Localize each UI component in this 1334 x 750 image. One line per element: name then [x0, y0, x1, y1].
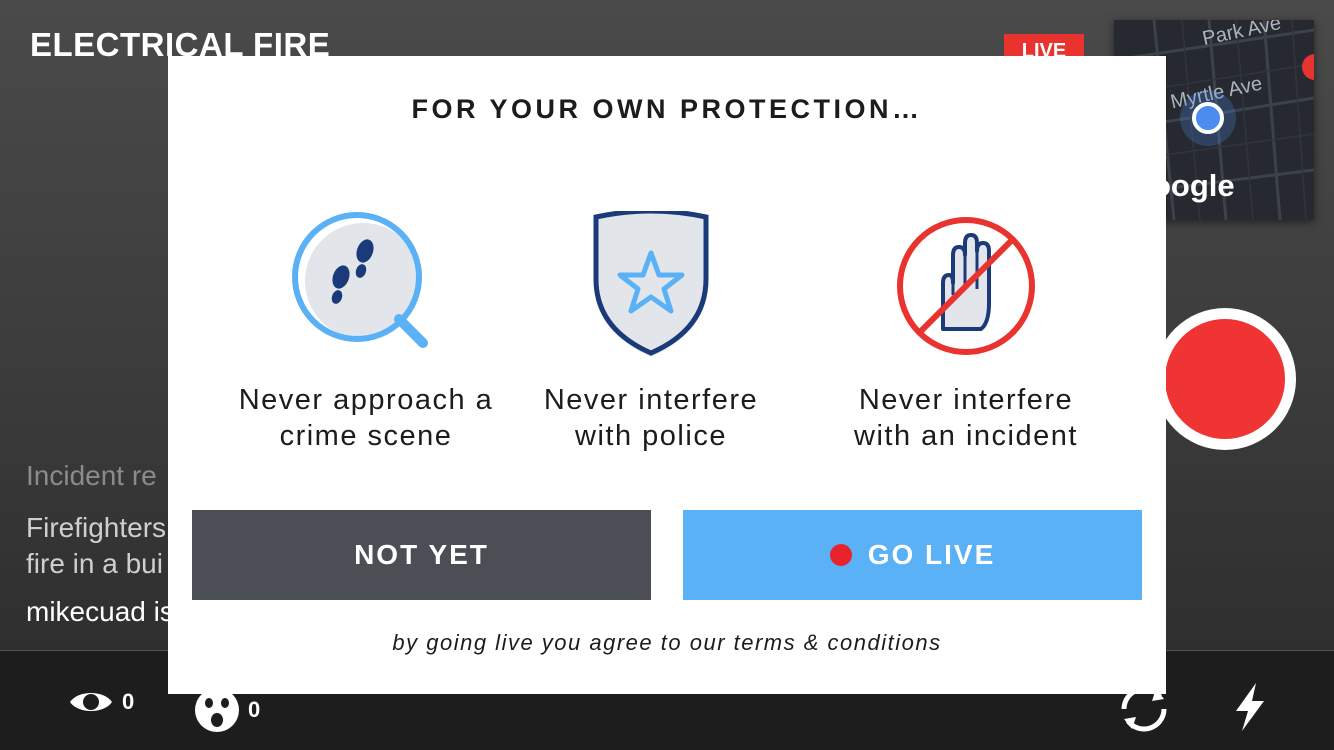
rule-interfere-incident: Never interfere with an incident — [811, 206, 1121, 454]
user-status-line: mikecuad is — [26, 596, 174, 627]
scared-count: 0 — [248, 697, 261, 722]
police-shield-icon — [593, 211, 709, 357]
flash-icon[interactable] — [1230, 681, 1270, 733]
rule-line: with an incident — [854, 420, 1078, 452]
no-hand-icon — [897, 217, 1035, 355]
footprints-magnifier-icon — [292, 212, 428, 348]
incident-report-label: Incident re — [26, 460, 157, 491]
rule-line: Never approach a — [238, 384, 494, 416]
description-line: Firefighters — [26, 512, 167, 543]
terms-link[interactable]: by going live you agree to our terms & c… — [168, 630, 1166, 656]
rule-line: Never interfere — [543, 384, 759, 416]
rule-approach-crime-scene: Never approach a crime scene — [211, 206, 521, 454]
views-stat: 0 — [68, 687, 134, 717]
dialog-title: FOR YOUR OWN PROTECTION… — [411, 94, 923, 124]
rule-interfere-police: Never interfere with police — [496, 206, 806, 454]
eye-icon — [70, 693, 112, 711]
record-dot-icon — [829, 544, 852, 566]
rule-line: with police — [575, 420, 727, 452]
rule-line: Never interfere — [858, 384, 1074, 416]
views-count: 0 — [122, 689, 135, 714]
safety-warning-dialog: FOR YOUR OWN PROTECTION… Never approach … — [168, 56, 1166, 694]
go-live-button[interactable]: GO LIVE — [683, 510, 1142, 600]
record-button[interactable] — [1154, 308, 1296, 450]
rule-line: crime scene — [279, 420, 453, 452]
go-live-label: GO LIVE — [867, 539, 996, 570]
incident-description: Firefighters fire in a bui — [26, 510, 186, 582]
description-line: fire in a bui — [26, 548, 163, 579]
not-yet-button[interactable]: NOT YET — [192, 510, 651, 600]
current-location-marker — [1192, 102, 1224, 134]
record-dot-icon — [1165, 319, 1285, 439]
not-yet-label: NOT YET — [354, 539, 489, 570]
